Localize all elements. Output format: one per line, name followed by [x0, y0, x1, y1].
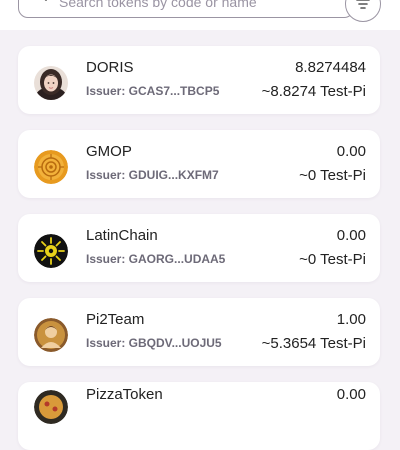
- token-name: PizzaToken: [86, 386, 163, 403]
- token-issuer: Issuer: GAORG...UDAA5: [86, 252, 226, 266]
- search-icon: [44, 0, 47, 1]
- filter-icon: [356, 0, 370, 9]
- token-name: GMOP: [86, 143, 132, 160]
- token-issuer: Issuer: GDUIG...KXFM7: [86, 168, 219, 182]
- token-amount: 0.00: [336, 386, 366, 403]
- latinchain-logo-icon: [34, 234, 68, 268]
- token-issuer: Issuer: GCAS7...TBCP5: [86, 84, 220, 98]
- filter-button[interactable]: [345, 0, 381, 22]
- token-issuer: Issuer: GBQDV...UOJU5: [86, 336, 222, 350]
- token-name: Pi2Team: [86, 311, 145, 328]
- token-value: ~0 Test-Pi: [299, 167, 366, 184]
- token-row-latinchain[interactable]: LatinChain Issuer: GAORG...UDAA5 0.00 ~0…: [18, 214, 380, 282]
- pizzatoken-logo-icon: [34, 390, 68, 424]
- token-amount: 0.00: [336, 143, 366, 160]
- token-row-gmop[interactable]: GMOP Issuer: GDUIG...KXFM7 0.00 ~0 Test-…: [18, 130, 380, 198]
- search-field[interactable]: [18, 0, 354, 18]
- token-amount: 1.00: [336, 311, 366, 328]
- token-amount: 0.00: [336, 227, 366, 244]
- token-value: ~5.3654 Test-Pi: [261, 335, 366, 352]
- token-name: DORIS: [86, 59, 134, 76]
- search-input[interactable]: [59, 0, 345, 13]
- doris-avatar-icon: [34, 66, 68, 100]
- token-row-doris[interactable]: DORIS Issuer: GCAS7...TBCP5 8.8274484 ~8…: [18, 46, 380, 114]
- token-name: LatinChain: [86, 227, 158, 244]
- gmop-coin-icon: [34, 150, 68, 184]
- pi2team-logo-icon: [34, 318, 68, 352]
- token-row-pizzatoken[interactable]: PizzaToken 0.00: [18, 382, 380, 450]
- token-amount: 8.8274484: [295, 59, 366, 76]
- search-bar-area: [0, 0, 400, 30]
- token-value: ~0 Test-Pi: [299, 251, 366, 268]
- token-row-pi2team[interactable]: Pi2Team Issuer: GBQDV...UOJU5 1.00 ~5.36…: [18, 298, 380, 366]
- token-value: ~8.8274 Test-Pi: [261, 83, 366, 100]
